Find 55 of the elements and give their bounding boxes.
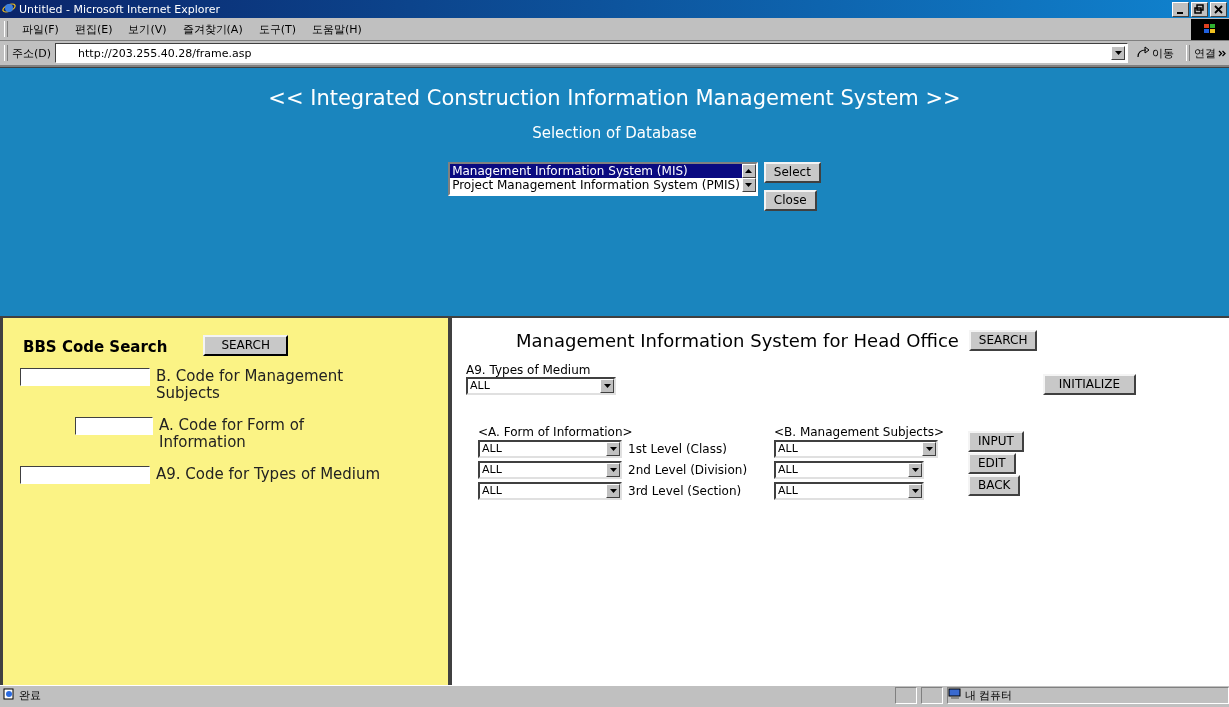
input-field[interactable] bbox=[20, 368, 150, 386]
search-button[interactable]: SEARCH bbox=[203, 334, 288, 356]
button[interactable]: INPUT bbox=[967, 431, 1024, 452]
restore-icon[interactable] bbox=[1191, 1, 1208, 17]
panel-title: BBS Code Search bbox=[23, 338, 168, 356]
level-label: 3rd Level (Section) bbox=[628, 484, 743, 498]
field-label: A9. Types of Medium bbox=[466, 363, 592, 377]
status-pane bbox=[921, 687, 943, 704]
field-label: A9. Code for Types of Medium bbox=[156, 466, 382, 483]
level-label: 2nd Level (Division) bbox=[628, 463, 749, 477]
input-field[interactable] bbox=[75, 417, 153, 435]
initialize-button[interactable]: INITIALIZE bbox=[1042, 374, 1136, 395]
menu-item[interactable]: 즐겨찾기(A) bbox=[176, 21, 249, 37]
button[interactable]: EDIT bbox=[967, 453, 1016, 474]
window-title: Untitled - Microsoft Internet Explorer bbox=[19, 2, 221, 16]
column-header: <B. Management Subjects> bbox=[774, 425, 944, 439]
search-button[interactable]: SEARCH bbox=[968, 330, 1038, 351]
dropdown[interactable]: ALL bbox=[478, 461, 622, 479]
minimize-icon[interactable] bbox=[1172, 1, 1189, 17]
field-label: B. Code for Management Subjects bbox=[156, 368, 345, 402]
input-field[interactable] bbox=[20, 466, 150, 484]
address-field[interactable]: http://203.255.40.28/frame.asp bbox=[55, 43, 1128, 63]
button[interactable]: Close bbox=[763, 190, 817, 211]
dropdown[interactable]: ALL bbox=[774, 482, 924, 500]
column-header: <A. Form of Information> bbox=[478, 425, 634, 439]
panel-title: Management Information System for Head Office bbox=[516, 330, 959, 351]
links-button[interactable]: 연결 bbox=[1194, 45, 1218, 61]
close-icon[interactable] bbox=[1210, 1, 1227, 17]
zone-text: 내 컴퓨터 bbox=[965, 688, 1013, 703]
level-label: 1st Level (Class) bbox=[628, 442, 728, 456]
status-text: 완료 bbox=[19, 688, 41, 703]
menu-item[interactable]: 파일(F) bbox=[16, 21, 65, 37]
button[interactable]: Select bbox=[763, 162, 821, 183]
windows-logo-icon bbox=[1191, 18, 1229, 40]
dropdown[interactable]: ALL bbox=[774, 440, 938, 458]
page-subtitle: Selection of Database bbox=[532, 124, 697, 142]
menu-item[interactable]: 도구(T) bbox=[252, 21, 302, 37]
page-icon bbox=[3, 688, 15, 703]
field-label: A. Code for Form of Information bbox=[159, 417, 306, 451]
chevron-icon[interactable] bbox=[1218, 49, 1229, 57]
database-listbox[interactable]: Management Information System (MIS) Project Management Information System (PMIS) bbox=[448, 162, 758, 196]
button[interactable]: BACK bbox=[967, 475, 1021, 496]
go-button[interactable]: 이동 bbox=[1128, 45, 1182, 61]
status-pane bbox=[895, 687, 917, 704]
menu-item[interactable]: 보기(V) bbox=[122, 21, 173, 37]
dropdown[interactable]: ALL bbox=[478, 482, 622, 500]
menu-item[interactable]: 편집(E) bbox=[68, 21, 119, 37]
list-option[interactable]: Management Information System (MIS) bbox=[450, 164, 742, 178]
dropdown[interactable]: ALL bbox=[774, 461, 924, 479]
menu-item[interactable]: 도움말(H) bbox=[306, 21, 368, 37]
page-title: << Integrated Construction Information Management System >> bbox=[268, 86, 961, 110]
dropdown[interactable]: ALL bbox=[478, 440, 622, 458]
address-label: 주소(D) bbox=[12, 45, 53, 61]
list-option[interactable]: Project Management Information System (PMIS) bbox=[450, 178, 742, 192]
dropdown[interactable]: ALL bbox=[466, 377, 616, 395]
